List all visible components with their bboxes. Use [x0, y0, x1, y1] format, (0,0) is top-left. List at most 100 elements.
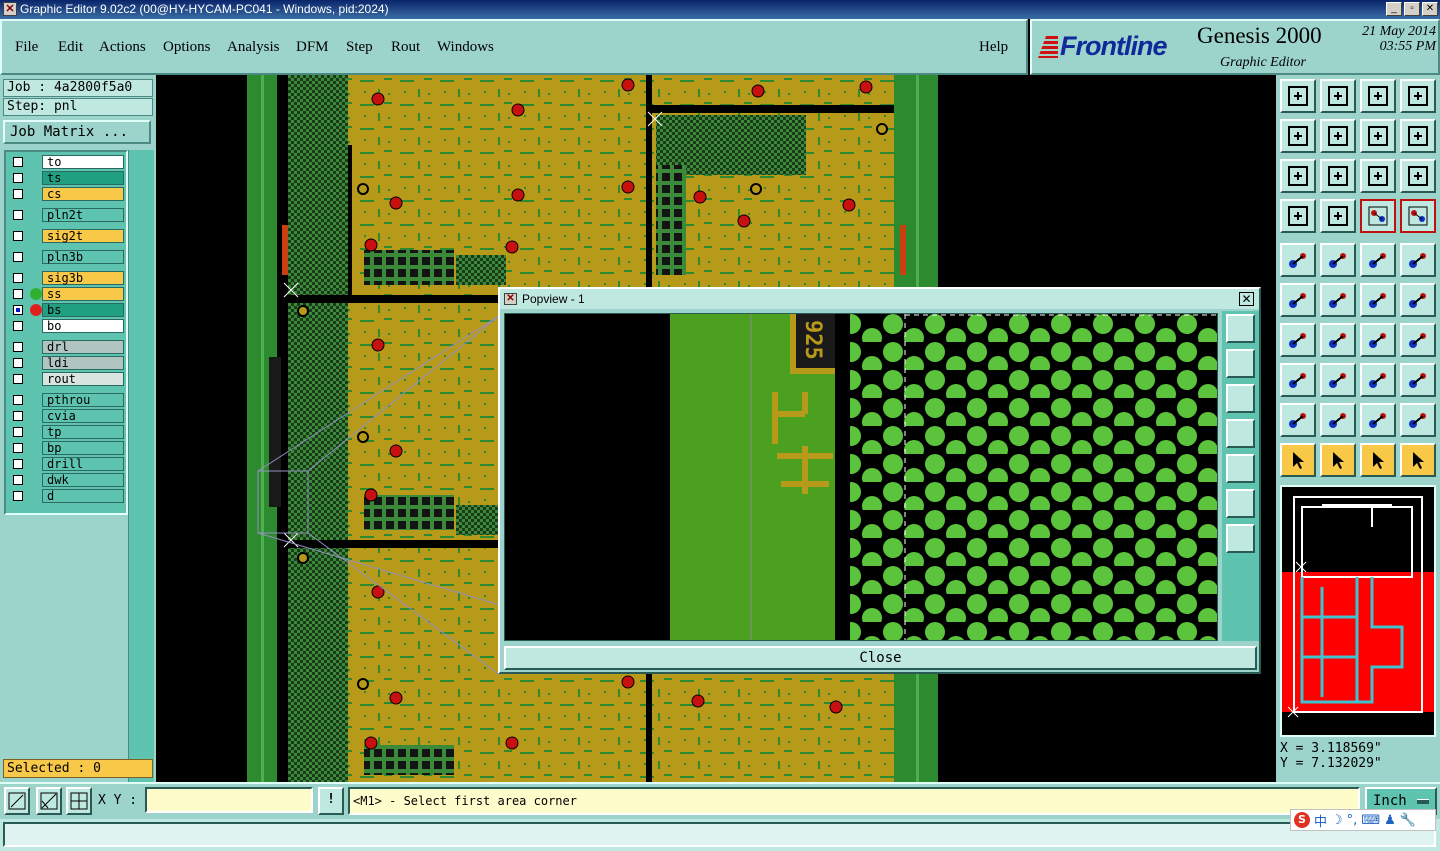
menu-windows[interactable]: Windows: [437, 39, 494, 56]
layer-checkbox[interactable]: [13, 411, 23, 421]
layer-row-sig3b[interactable]: sig3b: [9, 271, 125, 285]
user-icon[interactable]: ♟: [1384, 813, 1396, 828]
layer-down-icon[interactable]: [1320, 79, 1356, 113]
layer-row-bs[interactable]: bs: [9, 303, 125, 317]
menu-analysis[interactable]: Analysis: [227, 39, 280, 56]
popview-pan-right-button[interactable]: [1226, 454, 1255, 483]
help-icon[interactable]: [1400, 159, 1436, 193]
popview-pan-left-button[interactable]: [1226, 419, 1255, 448]
layer-name[interactable]: drill: [42, 457, 124, 471]
layer-row-sig2t[interactable]: sig2t: [9, 229, 125, 243]
layer-row-bo[interactable]: bo: [9, 319, 125, 333]
menu-actions[interactable]: Actions: [99, 39, 146, 56]
arc-icon[interactable]: [1280, 323, 1316, 357]
resize-icon[interactable]: [1360, 363, 1396, 397]
layer-checkbox[interactable]: [13, 342, 23, 352]
layer-up-icon[interactable]: [1280, 79, 1316, 113]
sogou-icon[interactable]: S: [1294, 812, 1310, 828]
menu-step[interactable]: Step: [346, 39, 373, 56]
layer-row-d[interactable]: d: [9, 489, 125, 503]
layer-row-ts[interactable]: ts: [9, 171, 125, 185]
layer-checkbox[interactable]: [13, 443, 23, 453]
wrench-icon[interactable]: 🔧: [1400, 813, 1416, 828]
layer-row-rout[interactable]: rout: [9, 372, 125, 386]
measure-icon[interactable]: [36, 787, 62, 815]
snap-red-icon[interactable]: [1360, 199, 1396, 233]
layer-row-pthrou[interactable]: pthrou: [9, 393, 125, 407]
minimize-button[interactable]: _: [1386, 2, 1402, 16]
snap-grid-icon[interactable]: [66, 787, 92, 815]
ruler-icon[interactable]: [1360, 243, 1396, 277]
select-box-icon[interactable]: [1280, 363, 1316, 397]
layer-checkbox[interactable]: [13, 374, 23, 384]
line-icon[interactable]: [1320, 323, 1356, 357]
cut-icon[interactable]: [1320, 363, 1356, 397]
layer-name[interactable]: to: [42, 155, 124, 169]
layer-checkbox[interactable]: [13, 210, 23, 220]
popview-zoom-in-button[interactable]: [1226, 314, 1255, 343]
popview-pan-up-button[interactable]: [1226, 349, 1255, 378]
layer-row-pln3b[interactable]: pln3b: [9, 250, 125, 264]
pan-left-icon[interactable]: [1280, 119, 1316, 153]
layer-name[interactable]: cs: [42, 187, 124, 201]
layer-checkbox[interactable]: [13, 252, 23, 262]
rotate-feature-icon[interactable]: [1360, 323, 1396, 357]
menu-dfm[interactable]: DFM: [296, 39, 329, 56]
layer-checkbox[interactable]: [13, 321, 23, 331]
popview-close-button[interactable]: Close: [504, 646, 1257, 670]
alert-button[interactable]: !: [318, 787, 344, 815]
pad-icon[interactable]: [1400, 243, 1436, 277]
layer-checkbox[interactable]: [13, 491, 23, 501]
copy-icon[interactable]: [1400, 283, 1436, 317]
pan-right-icon[interactable]: [1320, 119, 1356, 153]
layer-name[interactable]: dwk: [42, 473, 124, 487]
layer-row-ss[interactable]: ss: [9, 287, 125, 301]
layer-checkbox[interactable]: [13, 273, 23, 283]
layer-name[interactable]: ts: [42, 171, 124, 185]
job-matrix-button[interactable]: Job Matrix ...: [3, 120, 151, 144]
layer-name[interactable]: pln3b: [42, 250, 124, 264]
keyboard-icon[interactable]: ⌨: [1361, 813, 1380, 828]
layer-checkbox[interactable]: [13, 459, 23, 469]
draw-line-icon[interactable]: [1320, 243, 1356, 277]
connect-icon[interactable]: [1280, 283, 1316, 317]
layer-row-to[interactable]: to: [9, 155, 125, 169]
layer-row-pln2t[interactable]: pln2t: [9, 208, 125, 222]
layer-row-ldi[interactable]: ldi: [9, 356, 125, 370]
popview-title-bar[interactable]: ✕ Popview - 1 ✕: [500, 289, 1259, 309]
zoom-center-icon[interactable]: [1320, 159, 1356, 193]
shapes-icon[interactable]: [1400, 363, 1436, 397]
punctuation-icon[interactable]: °,: [1347, 813, 1358, 828]
popview-zoom-out-button[interactable]: [1226, 524, 1255, 553]
layer-checkbox[interactable]: [13, 305, 23, 315]
layer-name[interactable]: rout: [42, 372, 124, 386]
layer-checkbox[interactable]: [13, 358, 23, 368]
rotate-icon[interactable]: [1400, 119, 1436, 153]
layer-checkbox[interactable]: [13, 157, 23, 167]
layer-row-cvia[interactable]: cvia: [9, 409, 125, 423]
menu-help[interactable]: Help: [979, 39, 1008, 56]
layer-name[interactable]: tp: [42, 425, 124, 439]
grid-icon[interactable]: [1320, 199, 1356, 233]
triangle-alt-icon[interactable]: [1320, 403, 1356, 437]
layer-name[interactable]: cvia: [42, 409, 124, 423]
layer-row-cs[interactable]: cs: [9, 187, 125, 201]
layer-name[interactable]: sig3b: [42, 271, 124, 285]
menu-edit[interactable]: Edit: [58, 39, 83, 56]
select-edit-icon[interactable]: [1320, 443, 1356, 477]
layer-name[interactable]: pln2t: [42, 208, 124, 222]
home-icon[interactable]: [1360, 79, 1396, 113]
maximize-button[interactable]: ▫: [1404, 2, 1420, 16]
zoom-area-icon[interactable]: [4, 787, 30, 815]
layer-name[interactable]: bp: [42, 441, 124, 455]
layer-checkbox[interactable]: [13, 289, 23, 299]
layer-list-scrollbar[interactable]: [128, 150, 154, 830]
layer-name[interactable]: ldi: [42, 356, 124, 370]
layer-checkbox[interactable]: [13, 189, 23, 199]
layer-name[interactable]: sig2t: [42, 229, 124, 243]
layer-name[interactable]: bo: [42, 319, 124, 333]
ime-chinese-mode[interactable]: 中: [1314, 811, 1327, 830]
layer-name[interactable]: pthrou: [42, 393, 124, 407]
mirror-icon[interactable]: [1360, 119, 1396, 153]
popview-close-icon[interactable]: ✕: [1239, 292, 1254, 306]
